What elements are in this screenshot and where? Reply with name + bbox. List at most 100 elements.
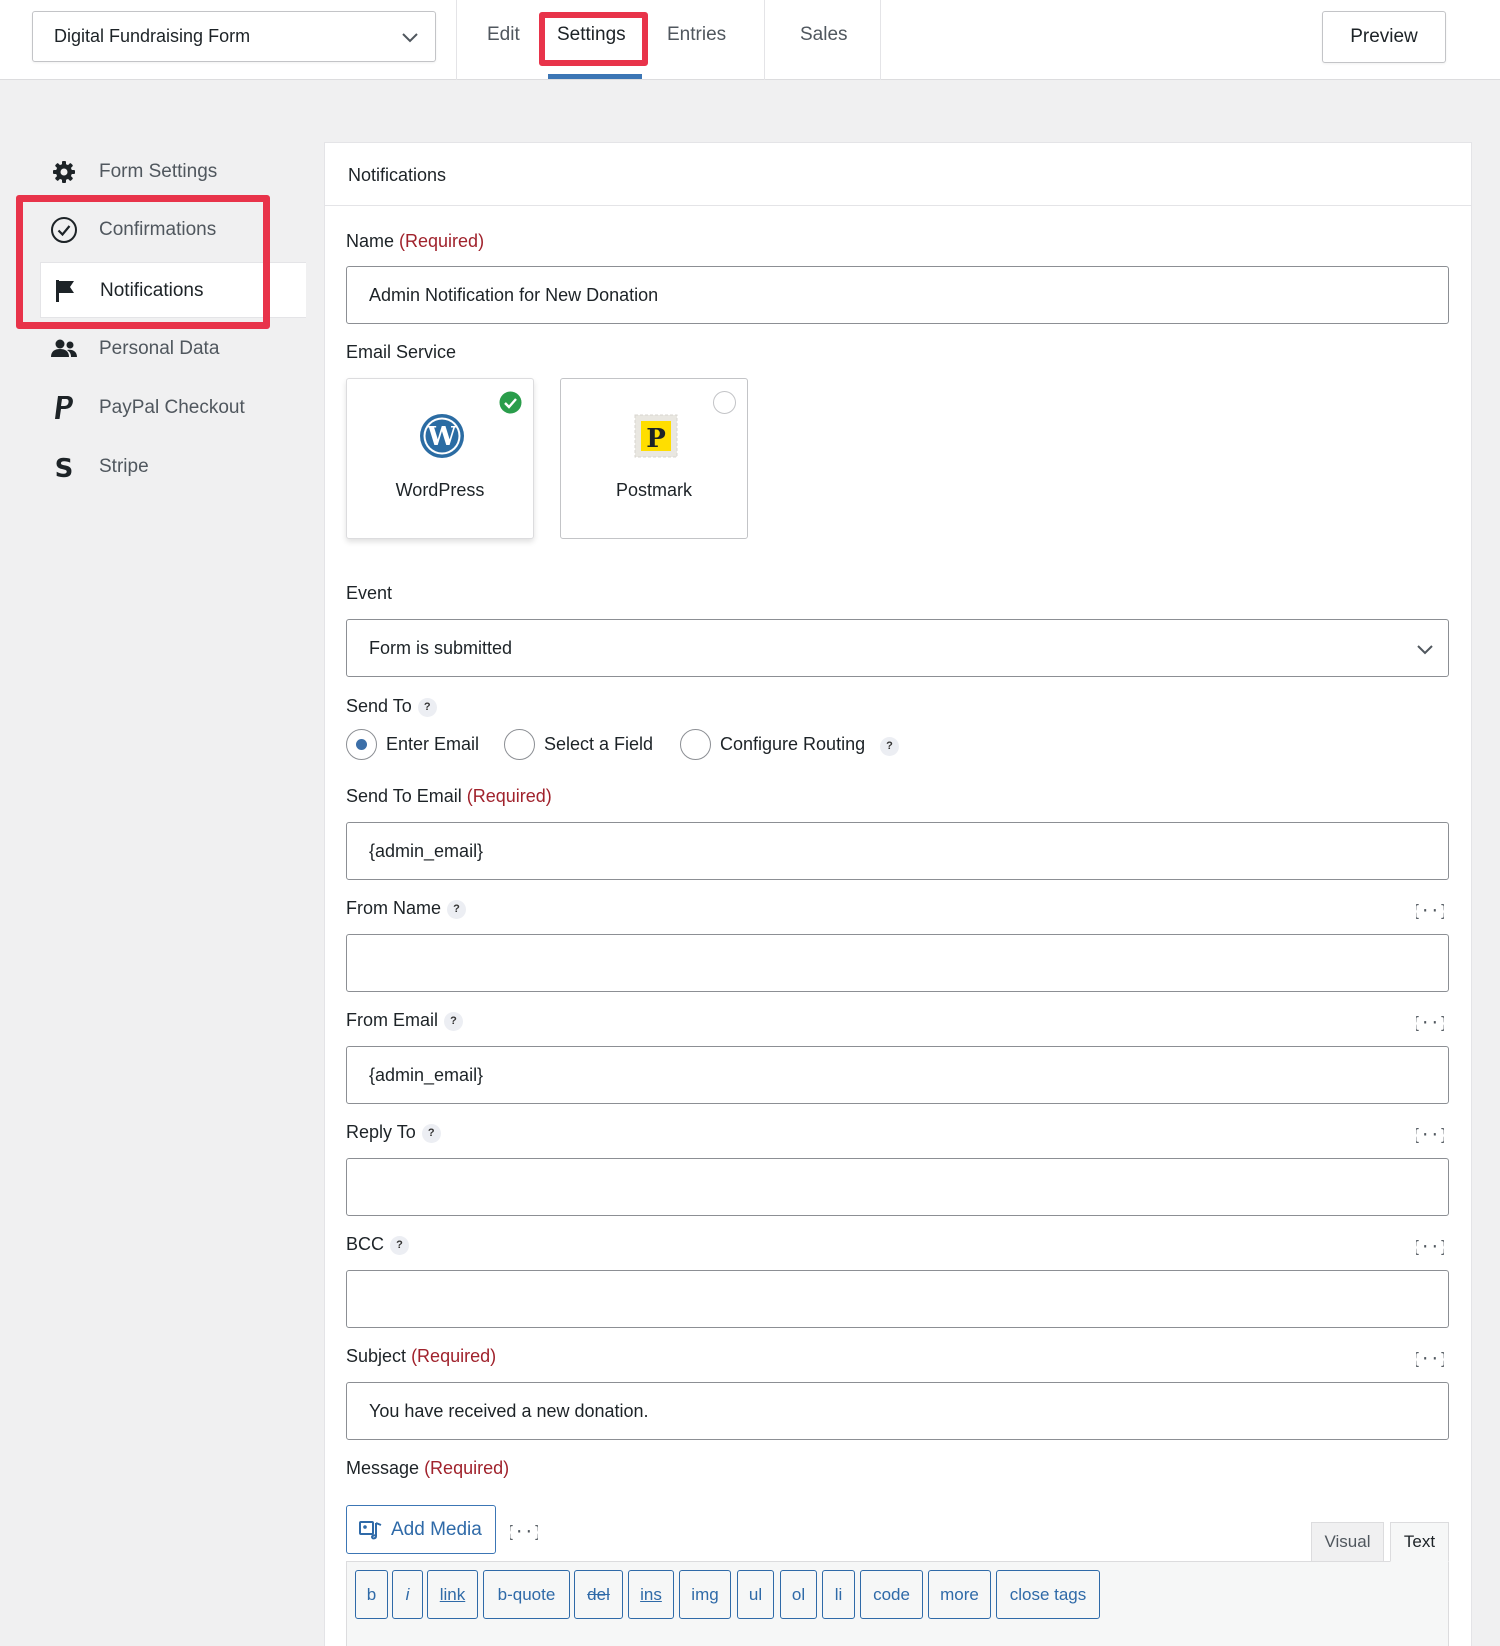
gear-icon xyxy=(53,161,75,183)
stripe-icon: S xyxy=(55,454,74,481)
subject-label: Subject (Required) xyxy=(346,1346,496,1367)
quicktag-italic[interactable]: i xyxy=(392,1570,423,1619)
reply-to-input[interactable] xyxy=(346,1158,1449,1216)
required-marker: (Required) xyxy=(399,231,485,251)
sidebar-item-label: Personal Data xyxy=(99,338,220,359)
from-email-value: {admin_email} xyxy=(369,1065,484,1085)
sidebar-item-label: Stripe xyxy=(99,456,149,477)
from-name-input[interactable] xyxy=(346,934,1449,992)
help-icon[interactable]: ? xyxy=(444,1012,464,1031)
merge-tags-icon[interactable]: {··} xyxy=(1416,899,1444,921)
merge-tags-icon[interactable]: {··} xyxy=(510,1520,538,1542)
name-input-value: Admin Notification for New Donation xyxy=(369,285,659,305)
check-circle-icon xyxy=(499,391,522,414)
quicktag-close-tags[interactable]: close tags xyxy=(996,1570,1100,1619)
sidebar-item-stripe[interactable]: S Stripe xyxy=(40,439,304,495)
message-label: Message (Required) xyxy=(346,1458,509,1479)
radio-select-a-field[interactable] xyxy=(504,729,535,760)
event-label: Event xyxy=(346,583,393,603)
email-service-wordpress[interactable]: W WordPress xyxy=(346,378,534,539)
radio-configure-routing[interactable] xyxy=(680,729,711,760)
tab-sales[interactable]: Sales xyxy=(800,24,848,46)
add-media-label: Add Media xyxy=(391,1519,482,1540)
help-icon[interactable]: ? xyxy=(390,1236,410,1255)
merge-tags-icon[interactable]: {··} xyxy=(1416,1123,1444,1145)
quicktag-b-quote[interactable]: b-quote xyxy=(483,1570,570,1619)
quicktag-link[interactable]: link xyxy=(427,1570,478,1619)
bcc-label-text: BCC xyxy=(346,1234,385,1254)
wordpress-logo-icon: W xyxy=(420,414,464,458)
chevron-down-icon xyxy=(402,33,418,43)
svg-text:{··}: {··} xyxy=(1416,1349,1444,1368)
quicktag-del[interactable]: del xyxy=(574,1570,623,1619)
highlight-box-settings xyxy=(539,12,648,66)
subject-input[interactable]: You have received a new donation. xyxy=(346,1382,1449,1440)
svg-text:{··}: {··} xyxy=(510,1522,538,1541)
form-selector[interactable]: Digital Fundraising Form xyxy=(32,11,436,62)
add-media-button[interactable]: Add Media xyxy=(346,1505,496,1554)
name-label: Name (Required) xyxy=(346,231,484,252)
top-bar: Digital Fundraising Form Edit Settings E… xyxy=(0,0,1500,80)
send-to-label-text: Send To xyxy=(346,696,412,716)
send-to-email-label-text: Send To Email xyxy=(346,786,462,806)
merge-tags-icon[interactable]: {··} xyxy=(1416,1011,1444,1033)
name-input[interactable]: Admin Notification for New Donation xyxy=(346,266,1449,324)
help-icon[interactable]: ? xyxy=(447,900,467,919)
event-select-value: Form is submitted xyxy=(369,638,513,658)
unselected-radio-indicator xyxy=(713,391,736,414)
name-label-text: Name xyxy=(346,231,395,251)
sidebar-item-personal-data[interactable]: Personal Data xyxy=(40,321,304,377)
quicktag-ins[interactable]: ins xyxy=(628,1570,674,1619)
from-email-label: From Email? xyxy=(346,1010,464,1031)
quicktag-li[interactable]: li xyxy=(822,1570,855,1619)
quicktag-bold[interactable]: b xyxy=(355,1570,388,1619)
email-service-postmark[interactable]: P Postmark xyxy=(560,378,748,539)
sidebar-item-paypal-checkout[interactable]: PayPal Checkout xyxy=(40,380,304,436)
preview-button[interactable]: Preview xyxy=(1322,11,1446,63)
radio-label: Enter Email xyxy=(386,734,480,754)
radio-label: Configure Routing xyxy=(720,734,866,754)
help-icon[interactable]: ? xyxy=(417,698,437,717)
radio-enter-email[interactable] xyxy=(346,729,377,760)
bcc-label: BCC? xyxy=(346,1234,410,1255)
required-marker: (Required) xyxy=(411,1346,497,1366)
quicktag-ol[interactable]: ol xyxy=(780,1570,817,1619)
svg-text:P: P xyxy=(646,424,666,454)
reply-to-label: Reply To? xyxy=(346,1122,441,1143)
message-label-text: Message xyxy=(346,1458,420,1478)
send-to-options: Enter Email Select a Field Configure Rou… xyxy=(346,729,946,761)
event-select[interactable]: Form is submitted xyxy=(346,619,1449,677)
tab-divider xyxy=(880,0,881,80)
reply-to-label-text: Reply To xyxy=(346,1122,416,1142)
sidebar-item-form-settings[interactable]: Form Settings xyxy=(40,144,304,200)
tab-edit[interactable]: Edit xyxy=(487,24,520,46)
highlight-box-sidebar xyxy=(16,195,270,329)
panel-title: Notifications xyxy=(348,165,447,185)
svg-text:W: W xyxy=(426,422,457,452)
quicktag-more[interactable]: more xyxy=(928,1570,991,1619)
sidebar-item-label: PayPal Checkout xyxy=(99,397,245,418)
tab-visual[interactable]: Visual xyxy=(1311,1522,1384,1562)
users-icon xyxy=(51,339,77,357)
add-media-icon xyxy=(359,1521,382,1540)
merge-tags-icon[interactable]: {··} xyxy=(1416,1235,1444,1257)
merge-tags-icon[interactable]: {··} xyxy=(1416,1347,1444,1369)
form-selector-value: Digital Fundraising Form xyxy=(54,26,251,46)
quicktag-ul[interactable]: ul xyxy=(737,1570,774,1619)
svg-text:{··}: {··} xyxy=(1416,1237,1444,1256)
quicktag-code[interactable]: code xyxy=(860,1570,923,1619)
tab-divider xyxy=(456,0,457,80)
send-to-email-input[interactable]: {admin_email} xyxy=(346,822,1449,880)
radio-label: Select a Field xyxy=(544,734,654,754)
bcc-input[interactable] xyxy=(346,1270,1449,1328)
help-icon[interactable]: ? xyxy=(880,737,899,756)
send-to-label: Send To? xyxy=(346,696,437,717)
tab-entries[interactable]: Entries xyxy=(667,24,726,46)
quicktag-img[interactable]: img xyxy=(679,1570,731,1619)
svg-text:{··}: {··} xyxy=(1416,901,1444,920)
from-email-input[interactable]: {admin_email} xyxy=(346,1046,1449,1104)
help-icon[interactable]: ? xyxy=(421,1124,441,1143)
subject-label-text: Subject xyxy=(346,1346,407,1366)
from-email-label-text: From Email xyxy=(346,1010,439,1030)
tab-text[interactable]: Text xyxy=(1390,1522,1449,1562)
